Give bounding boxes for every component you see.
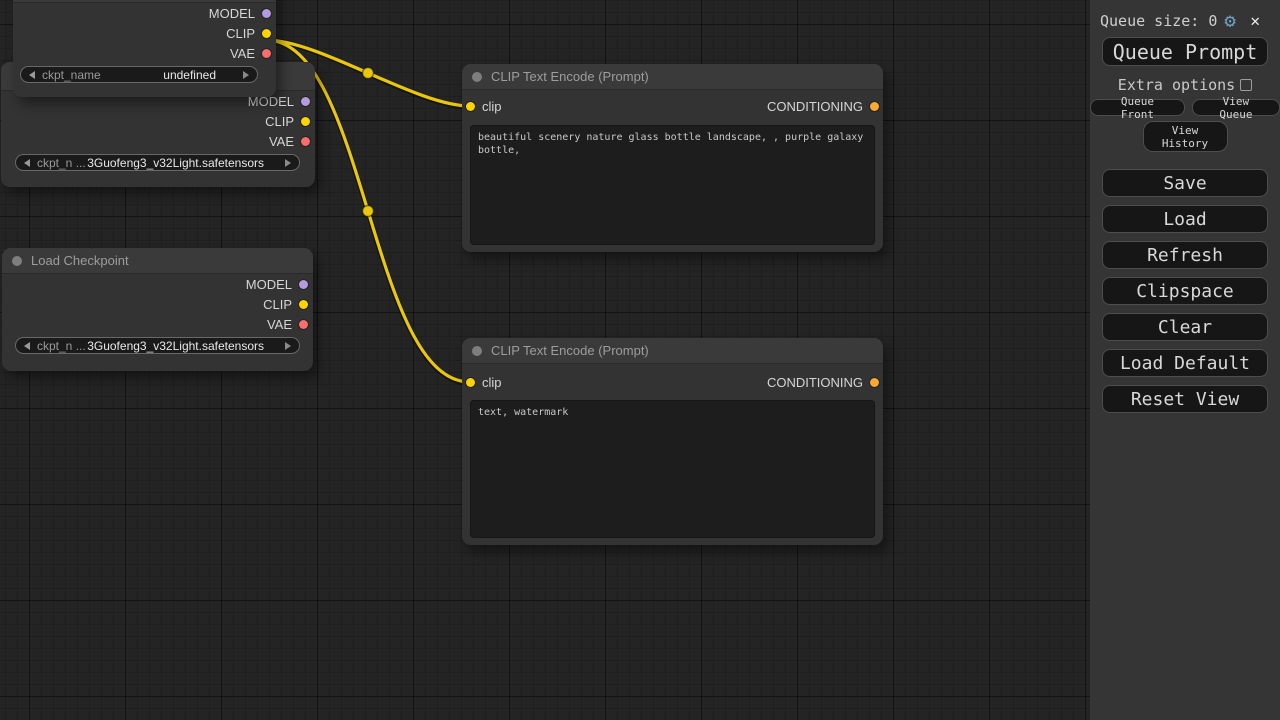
clear-button[interactable]: Clear <box>1102 313 1268 341</box>
output-label: VAE <box>269 134 294 149</box>
collapse-dot-icon[interactable] <box>472 72 482 82</box>
io-row: clip CONDITIONING <box>462 371 883 393</box>
widget-value: 3Guofeng3_v32Light.safetensors <box>87 339 264 353</box>
link-midpoint-dot <box>363 206 374 217</box>
widget-label: ckpt_n ... <box>37 156 86 170</box>
output-slot-vae[interactable] <box>262 49 271 58</box>
widget-value: 3Guofeng3_v32Light.safetensors <box>87 156 264 170</box>
queue-front-button[interactable]: Queue Front <box>1090 99 1185 116</box>
output-row: VAE <box>1 131 315 151</box>
clipspace-button[interactable]: Clipspace <box>1102 277 1268 305</box>
output-label: MODEL <box>246 277 292 292</box>
output-slot-clip[interactable] <box>299 300 308 309</box>
positive-prompt-textarea[interactable]: beautiful scenery nature glass bottle la… <box>470 125 875 245</box>
reset-view-button[interactable]: Reset View <box>1102 385 1268 413</box>
queue-prompt-button[interactable]: Queue Prompt <box>1102 37 1268 66</box>
input-label: clip <box>482 99 502 114</box>
ckpt-name-widget[interactable]: ckpt_name undefined <box>20 66 258 83</box>
output-label: CLIP <box>265 114 294 129</box>
node-title-bar[interactable]: CLIP Text Encode (Prompt) <box>462 64 883 90</box>
node-title-bar[interactable]: CLIP Text Encode (Prompt) <box>462 338 883 364</box>
ckpt-name-widget[interactable]: ckpt_n ... 3Guofeng3_v32Light.safetensor… <box>15 337 300 354</box>
output-row: VAE <box>2 314 313 334</box>
settings-gear-icon[interactable]: ⚙ <box>1224 12 1235 31</box>
extra-options-row: Extra options <box>1090 77 1280 92</box>
view-history-button[interactable]: View History <box>1143 121 1228 152</box>
comfy-menu-panel: Queue size: 0 ⚙ ✕ Queue Prompt Extra opt… <box>1090 0 1280 720</box>
queue-status-row: Queue size: 0 ⚙ ✕ <box>1090 0 1280 31</box>
node-load-checkpoint[interactable]: Load Checkpoint MODEL CLIP VAE ckpt_n ..… <box>2 248 313 371</box>
output-label: VAE <box>267 317 292 332</box>
output-row: CLIP <box>2 294 313 314</box>
comfyui-app: MODEL CLIP VAE ckpt_n ... 3Guofeng3_v32L… <box>0 0 1280 720</box>
output-row: VAE <box>13 43 276 63</box>
input-slot-clip[interactable] <box>466 378 475 387</box>
queue-actions-row: Queue Front View Queue <box>1090 99 1280 116</box>
negative-prompt-textarea[interactable]: text, watermark <box>470 400 875 538</box>
save-button[interactable]: Save <box>1102 169 1268 197</box>
output-label: CLIP <box>226 26 255 41</box>
output-row: MODEL <box>13 3 276 23</box>
output-label: CONDITIONING <box>767 99 863 114</box>
node-title: CLIP Text Encode (Prompt) <box>491 69 649 84</box>
collapse-dot-icon[interactable] <box>472 346 482 356</box>
output-slot-conditioning[interactable] <box>870 102 879 111</box>
output-slot-model[interactable] <box>301 97 310 106</box>
output-slot-model[interactable] <box>299 280 308 289</box>
queue-size-label: Queue size: <box>1100 12 1199 30</box>
output-label: MODEL <box>209 6 255 21</box>
node-graph-canvas[interactable]: MODEL CLIP VAE ckpt_n ... 3Guofeng3_v32L… <box>0 0 1090 720</box>
output-label: CONDITIONING <box>767 375 863 390</box>
link-midpoint-dot <box>363 68 374 79</box>
widget-prev-arrow-icon[interactable] <box>24 159 30 167</box>
node-title: Load Checkpoint <box>31 253 129 268</box>
input-label: clip <box>482 375 502 390</box>
widget-prev-arrow-icon[interactable] <box>24 342 30 350</box>
output-row: CLIP <box>13 23 276 43</box>
output-slot-conditioning[interactable] <box>870 378 879 387</box>
output-label: VAE <box>230 46 255 61</box>
refresh-button[interactable]: Refresh <box>1102 241 1268 269</box>
output-slot-model[interactable] <box>262 9 271 18</box>
view-queue-button[interactable]: View Queue <box>1192 99 1280 116</box>
widget-label: ckpt_n ... <box>37 339 86 353</box>
collapse-dot-icon[interactable] <box>12 256 22 266</box>
io-row: clip CONDITIONING <box>462 95 883 117</box>
output-row: CLIP <box>1 111 315 131</box>
node-checkpoint-top[interactable]: MODEL CLIP VAE ckpt_name undefined <box>13 0 276 97</box>
output-slot-vae[interactable] <box>299 320 308 329</box>
widget-prev-arrow-icon[interactable] <box>29 71 35 79</box>
widget-label: ckpt_name <box>42 68 101 82</box>
extra-options-checkbox[interactable] <box>1240 79 1252 91</box>
input-slot-clip[interactable] <box>466 102 475 111</box>
output-slot-vae[interactable] <box>301 137 310 146</box>
node-title-bar[interactable]: Load Checkpoint <box>2 248 313 274</box>
ckpt-name-widget[interactable]: ckpt_n ... 3Guofeng3_v32Light.safetensor… <box>15 154 300 171</box>
close-icon[interactable]: ✕ <box>1250 13 1260 29</box>
node-clip-text-encode-negative[interactable]: CLIP Text Encode (Prompt) clip CONDITION… <box>462 338 883 545</box>
output-row: MODEL <box>2 274 313 294</box>
extra-options-label: Extra options <box>1118 76 1235 94</box>
widget-next-arrow-icon[interactable] <box>285 159 291 167</box>
load-default-button[interactable]: Load Default <box>1102 349 1268 377</box>
output-label: CLIP <box>263 297 292 312</box>
widget-next-arrow-icon[interactable] <box>243 71 249 79</box>
widget-next-arrow-icon[interactable] <box>285 342 291 350</box>
node-clip-text-encode-positive[interactable]: CLIP Text Encode (Prompt) clip CONDITION… <box>462 64 883 252</box>
output-slot-clip[interactable] <box>301 117 310 126</box>
output-slot-clip[interactable] <box>262 29 271 38</box>
node-title: CLIP Text Encode (Prompt) <box>491 343 649 358</box>
widget-value: undefined <box>163 68 216 82</box>
queue-size-value: 0 <box>1208 12 1217 30</box>
load-button[interactable]: Load <box>1102 205 1268 233</box>
